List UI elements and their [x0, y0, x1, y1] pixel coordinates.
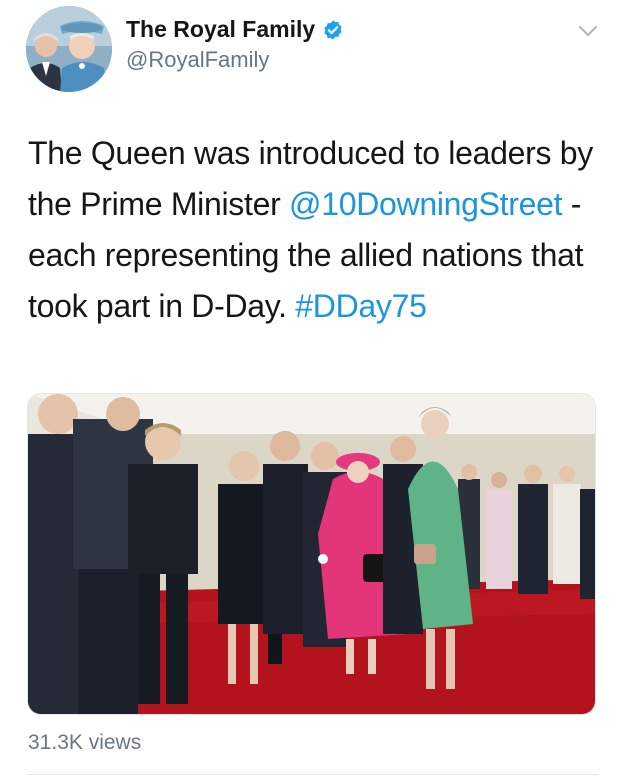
tweet-photo[interactable] — [27, 393, 596, 715]
divider — [28, 774, 598, 775]
chevron-down-icon[interactable] — [578, 24, 598, 38]
verified-badge-icon — [322, 19, 344, 41]
mention-link[interactable]: @10DowningStreet — [289, 186, 562, 222]
user-handle[interactable]: @RoyalFamily — [126, 47, 269, 73]
hashtag-link[interactable]: #DDay75 — [295, 288, 427, 324]
view-count: 31.3K views — [28, 731, 142, 754]
avatar[interactable] — [26, 6, 112, 92]
display-name[interactable]: The Royal Family — [126, 16, 315, 43]
tweet-text: The Queen was introduced to leaders by t… — [28, 128, 608, 332]
